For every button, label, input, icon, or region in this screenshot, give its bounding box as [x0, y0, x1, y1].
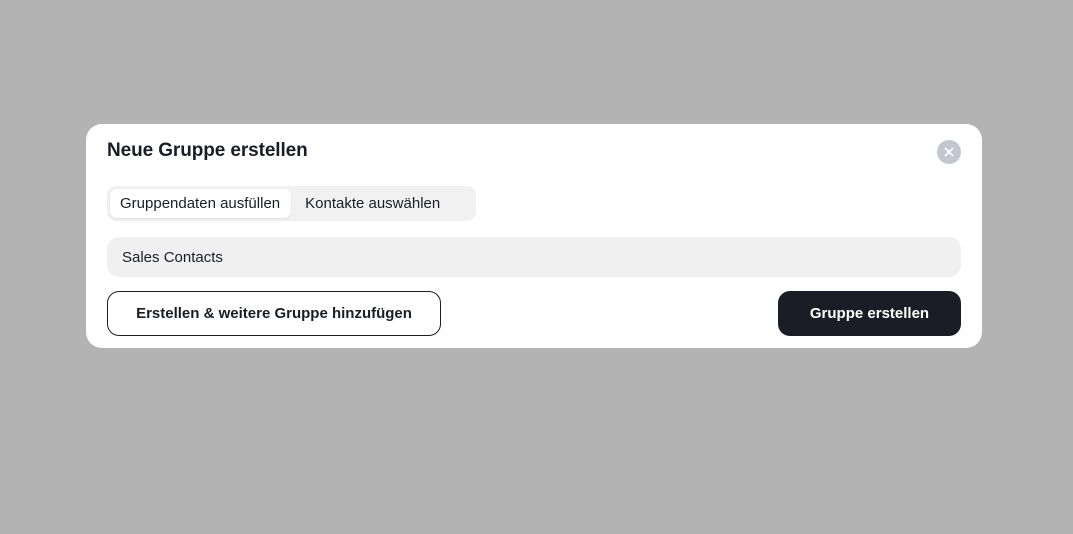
tab-group-details[interactable]: Gruppendaten ausfüllen [110, 189, 292, 218]
create-group-button[interactable]: Gruppe erstellen [778, 291, 961, 336]
create-group-dialog: Neue Gruppe erstellen Gruppendaten ausfü… [86, 124, 982, 348]
group-name-input[interactable] [107, 237, 961, 277]
close-icon [944, 147, 954, 157]
tab-select-contacts[interactable]: Kontakte auswählen [291, 189, 451, 218]
close-button[interactable] [937, 140, 961, 164]
dialog-title: Neue Gruppe erstellen [107, 140, 308, 161]
tab-bar: Gruppendaten ausfüllen Kontakte auswähle… [107, 186, 476, 221]
create-and-add-another-button[interactable]: Erstellen & weitere Gruppe hinzufügen [107, 291, 441, 336]
